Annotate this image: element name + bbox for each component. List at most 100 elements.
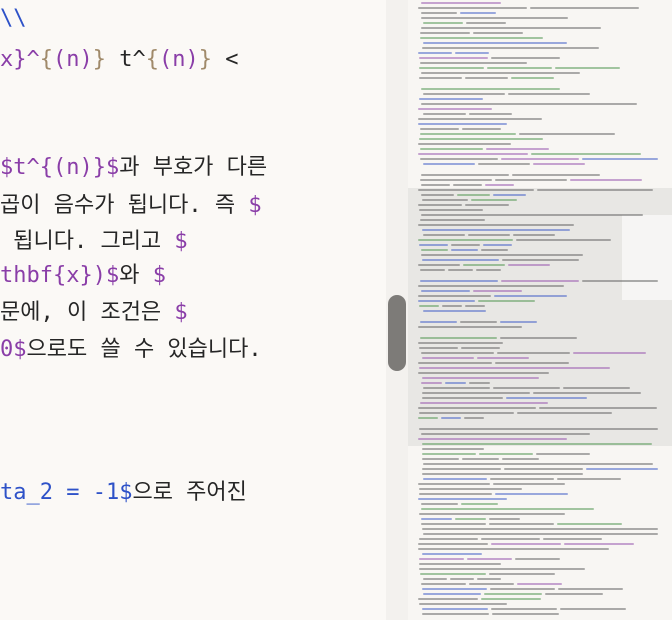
minimap-line xyxy=(420,321,457,323)
minimap-line xyxy=(423,93,505,95)
minimap-line xyxy=(555,67,620,69)
minimap-line xyxy=(422,473,583,475)
minimap-line xyxy=(493,387,560,389)
minimap-line xyxy=(469,382,490,384)
minimap-line xyxy=(421,27,601,29)
code-token: thbf{x})$ xyxy=(0,263,120,288)
code-token: x}^ xyxy=(0,47,40,72)
minimap-line xyxy=(515,558,560,560)
minimap-line xyxy=(455,518,486,520)
scrollbar-thumb[interactable] xyxy=(388,295,406,371)
minimap-line xyxy=(469,583,514,585)
minimap-line xyxy=(464,417,484,419)
minimap[interactable] xyxy=(408,0,672,620)
code-token: \\ xyxy=(0,6,27,31)
minimap-line xyxy=(418,438,567,440)
minimap-line xyxy=(451,244,480,246)
minimap-line xyxy=(420,337,497,339)
minimap-line xyxy=(422,443,652,445)
code-token: $ xyxy=(174,229,188,254)
minimap-line xyxy=(423,463,653,465)
minimap-line xyxy=(422,259,499,261)
minimap-line xyxy=(478,300,535,302)
minimap-line xyxy=(537,189,653,191)
minimap-line xyxy=(517,583,562,585)
code-token: } xyxy=(198,47,212,72)
code-token: 곱이 음수가 됩니다. 즉 xyxy=(0,193,249,218)
minimap-line xyxy=(519,133,615,135)
minimap-line xyxy=(476,269,501,271)
minimap-line xyxy=(418,342,503,344)
minimap-line xyxy=(422,588,487,590)
minimap-line xyxy=(423,310,486,312)
minimap-line xyxy=(419,488,522,490)
minimap-line xyxy=(500,337,577,339)
minimap-line xyxy=(420,128,459,130)
code-token: { xyxy=(145,47,159,72)
minimap-line xyxy=(420,148,483,150)
minimap-line xyxy=(511,77,554,79)
minimap-line xyxy=(453,184,482,186)
minimap-line xyxy=(465,77,508,79)
minimap-line xyxy=(533,163,585,165)
minimap-line xyxy=(418,362,492,364)
minimap-line xyxy=(421,17,568,19)
minimap-line xyxy=(419,367,610,369)
minimap-line xyxy=(420,280,498,282)
code-line-9: ta_2 = -1$으로 주어진 xyxy=(0,480,247,506)
minimap-line xyxy=(462,458,499,460)
code-token: 됩니다. 그리고 xyxy=(0,229,175,254)
minimap-line xyxy=(419,209,483,211)
minimap-line xyxy=(461,347,500,349)
minimap-line xyxy=(422,468,501,470)
minimap-line xyxy=(484,593,542,595)
minimap-line xyxy=(418,295,491,297)
minimap-line xyxy=(493,483,565,485)
code-editor[interactable]: \\ x}^{(n)} t^{(n)} < $t^{(n)}$과 부호가 다른 … xyxy=(0,0,386,620)
minimap-line xyxy=(460,12,496,14)
minimap-line xyxy=(422,458,459,460)
minimap-line xyxy=(420,133,516,135)
minimap-line xyxy=(489,573,555,575)
minimap-line xyxy=(418,264,460,266)
minimap-line xyxy=(421,184,450,186)
minimap-line xyxy=(530,7,639,9)
minimap-line xyxy=(467,558,512,560)
minimap-line xyxy=(545,593,603,595)
minimap-line xyxy=(508,264,550,266)
minimap-line xyxy=(419,513,565,515)
minimap-line xyxy=(423,234,465,236)
minimap-line xyxy=(421,583,466,585)
minimap-line xyxy=(486,148,549,150)
minimap-line xyxy=(462,128,501,130)
minimap-line xyxy=(543,538,602,540)
code-token: 0$ xyxy=(0,337,27,362)
code-token: ta_2 = -1$ xyxy=(0,480,133,505)
code-token: { xyxy=(39,47,53,72)
minimap-line xyxy=(586,468,658,470)
minimap-line xyxy=(468,234,510,236)
minimap-line xyxy=(463,264,505,266)
minimap-line xyxy=(418,108,492,110)
minimap-line xyxy=(418,118,542,120)
code-token: < xyxy=(212,47,239,72)
minimap-line xyxy=(508,93,590,95)
minimap-line xyxy=(421,12,457,14)
code-line-7: 문에, 이 조건은 $ xyxy=(0,300,188,326)
minimap-line xyxy=(420,32,470,34)
minimap-line xyxy=(423,593,481,595)
minimap-line xyxy=(422,199,468,201)
minimap-line xyxy=(420,62,527,64)
minimap-line xyxy=(418,372,549,374)
minimap-line xyxy=(421,2,501,4)
code-token: 으로 주어진 xyxy=(132,480,247,505)
minimap-line xyxy=(419,493,492,495)
minimap-line xyxy=(421,72,580,74)
minimap-line xyxy=(419,538,478,540)
minimap-line xyxy=(423,578,447,580)
minimap-line xyxy=(501,280,579,282)
minimap-line xyxy=(573,352,646,354)
minimap-line xyxy=(557,523,622,525)
minimap-line xyxy=(421,290,470,292)
minimap-line xyxy=(448,269,473,271)
